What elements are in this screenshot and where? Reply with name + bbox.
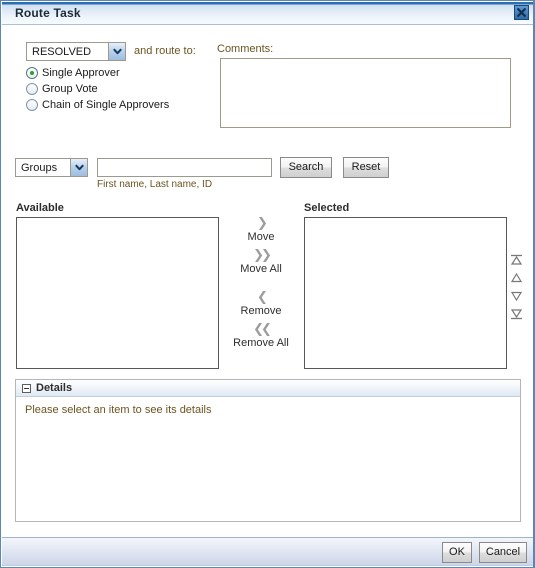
available-label: Available: [16, 202, 64, 214]
move-to-top-button[interactable]: [509, 253, 524, 267]
close-icon[interactable]: [514, 5, 529, 20]
radio-indicator: [26, 82, 38, 95]
search-type-value: Groups: [21, 161, 58, 174]
details-body: Please select an item to see its details: [16, 397, 520, 416]
move-button[interactable]: ❯ Move: [232, 217, 290, 243]
radio-label: Chain of Single Approvers: [42, 98, 170, 111]
remove-all-button[interactable]: ❮❮ Remove All: [232, 323, 290, 349]
reset-button[interactable]: Reset: [343, 157, 389, 178]
chevron-left-icon: ❮: [257, 290, 268, 305]
remove-all-button-label: Remove All: [233, 337, 289, 349]
search-hint: First name, Last name, ID: [97, 179, 213, 190]
move-up-button[interactable]: [509, 271, 524, 285]
and-route-to-label: and route to:: [134, 45, 196, 57]
route-task-dialog: Route Task RESOLVED and route to: Single…: [0, 0, 535, 568]
radio-label: Single Approver: [42, 66, 120, 79]
remove-button-label: Remove: [240, 305, 282, 317]
search-type-select[interactable]: Groups: [15, 158, 88, 177]
search-input[interactable]: [97, 158, 272, 177]
cancel-button[interactable]: Cancel: [479, 542, 527, 563]
dialog-titlebar: Route Task: [2, 2, 533, 25]
ok-button[interactable]: OK: [442, 542, 472, 563]
outcome-select-value: RESOLVED: [32, 45, 92, 58]
details-panel: Details Please select an item to see its…: [15, 379, 521, 522]
radio-label: Group Vote: [42, 82, 98, 95]
move-button-label: Move: [247, 231, 275, 243]
move-down-button[interactable]: [509, 289, 524, 303]
selected-label: Selected: [304, 202, 350, 214]
search-button[interactable]: Search: [280, 157, 332, 178]
dialog-title: Route Task: [15, 6, 81, 20]
comments-textarea[interactable]: [220, 58, 511, 128]
outcome-select[interactable]: RESOLVED: [26, 42, 126, 61]
chevron-double-left-icon: ❮❮: [253, 322, 272, 337]
remove-button[interactable]: ❮ Remove: [232, 291, 290, 317]
move-to-bottom-button[interactable]: [509, 307, 524, 321]
dialog-footer: OK Cancel: [2, 537, 533, 566]
radio-indicator: [26, 66, 38, 79]
details-title: Details: [36, 382, 73, 394]
comments-label: Comments:: [217, 43, 274, 55]
move-all-button-label: Move All: [240, 263, 282, 275]
chevron-down-icon[interactable]: [70, 159, 87, 176]
selected-listbox[interactable]: [304, 217, 507, 369]
chevron-right-icon: ❯: [257, 216, 268, 231]
radio-chain-of-single-approvers[interactable]: Chain of Single Approvers: [26, 97, 169, 112]
radio-single-approver[interactable]: Single Approver: [26, 65, 120, 80]
collapse-icon[interactable]: [22, 383, 31, 393]
chevron-down-icon[interactable]: [108, 43, 125, 60]
radio-group-vote[interactable]: Group Vote: [26, 81, 98, 96]
radio-indicator: [26, 98, 38, 111]
available-listbox[interactable]: [16, 217, 219, 369]
move-all-button[interactable]: ❯❯ Move All: [232, 249, 290, 275]
details-header[interactable]: Details: [16, 380, 520, 397]
chevron-double-right-icon: ❯❯: [253, 248, 272, 263]
details-message: Please select an item to see its details: [25, 404, 212, 416]
